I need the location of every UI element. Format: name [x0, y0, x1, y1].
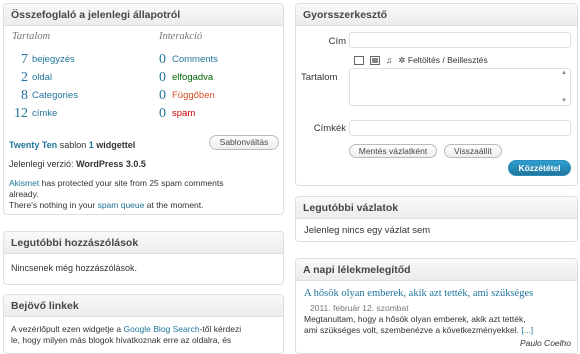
content-textarea[interactable]: ▲ ▼ — [349, 68, 571, 106]
pages-link[interactable]: oldal — [32, 72, 52, 83]
textarea-scroll-down-icon[interactable]: ▼ — [561, 98, 567, 104]
recent-comments-widget: Legutóbbi hozzászólások Nincsenek még ho… — [3, 231, 284, 285]
summary-widget: Összefoglaló a jelenlegi állapotról Tart… — [3, 3, 284, 215]
daily-post-date: 2011. február 12. szombat — [310, 303, 409, 313]
daily-more-link[interactable]: [...] — [521, 325, 533, 335]
no-drafts-text: Jelenleg nincs egy vázlat sem — [304, 225, 431, 236]
no-comments-text: Nincsenek még hozzászólások. — [11, 263, 138, 273]
posts-link[interactable]: bejegyzés — [32, 54, 75, 65]
tags-link[interactable]: címke — [32, 108, 57, 119]
tags-label: Címkék — [313, 123, 346, 134]
video-upload-icon[interactable] — [370, 56, 380, 66]
quickpress-title[interactable]: Gyorsszerkesztő — [296, 4, 577, 26]
approved-link[interactable]: elfogadva — [172, 72, 213, 83]
widget-count-link[interactable]: 1 — [89, 140, 94, 150]
quickpress-widget: Gyorsszerkesztő Cím ♫ ✲ Feltöltés / Beill… — [295, 3, 578, 186]
incoming-line1-a: A vezérlőpult ezen widgetje a — [11, 324, 122, 334]
upload-insert-label[interactable]: Feltöltés / Beillesztés — [408, 55, 488, 65]
version-info: Jelenlegi verzió: WordPress 3.0.5 — [9, 159, 146, 169]
categories-count[interactable]: 8 — [12, 88, 28, 104]
posts-count[interactable]: 7 — [12, 52, 28, 68]
queue-text-2: at the moment. — [146, 200, 204, 210]
textarea-scroll-up-icon[interactable]: ▲ — [561, 70, 567, 76]
akismet-text-2: already. — [9, 189, 39, 199]
content-label: Tartalom — [301, 72, 338, 83]
media-toolbar: ♫ ✲ Feltöltés / Beillesztés — [354, 55, 488, 66]
spam-count[interactable]: 0 — [150, 106, 166, 122]
save-draft-button[interactable]: Mentés vázlatként — [349, 144, 437, 158]
theme-info: Twenty Ten sablon 1 widgettel — [9, 140, 135, 150]
reset-button[interactable]: Visszaállít — [444, 144, 502, 158]
akismet-text: has protected your site from 25 spam com… — [41, 178, 224, 188]
switch-theme-button[interactable]: Sablonváltás — [209, 135, 279, 150]
tags-input[interactable] — [349, 120, 571, 136]
approved-count[interactable]: 0 — [150, 70, 166, 86]
spam-queue-link[interactable]: spam queue — [98, 200, 145, 210]
incoming-links-title[interactable]: Bejövő linkek — [4, 295, 283, 317]
daily-post-title-link[interactable]: A hősök olyan emberek, akik azt tették, … — [304, 288, 533, 299]
queue-text-1: There's nothing in your — [9, 200, 96, 210]
audio-upload-icon[interactable]: ♫ — [386, 55, 392, 65]
image-upload-icon[interactable] — [354, 56, 364, 66]
daily-post-excerpt: Megtanultam, hogy a hősök olyan emberek,… — [304, 314, 533, 336]
daily-line2: ami szükséges volt, szembenézve a követk… — [304, 325, 519, 335]
incoming-links-widget: Bejövő linkek A vezérlőpult ezen widgetj… — [3, 294, 284, 354]
google-blog-search-link[interactable]: Google Blog Search — [123, 324, 199, 334]
widget-word: widgettel — [96, 140, 136, 150]
title-label: Cím — [328, 36, 346, 47]
daily-inspiration-widget: A napi lélekmelegítőd A hősök olyan embe… — [295, 258, 578, 354]
incoming-line1-b: -től kérdezi — [199, 324, 242, 334]
recent-drafts-widget: Legutóbbi vázlatok Jelenleg nincs egy vá… — [295, 196, 578, 242]
daily-line1: Megtanultam, hogy a hősök olyan emberek,… — [304, 314, 526, 324]
akismet-link[interactable]: Akismet — [9, 178, 39, 188]
comments-count[interactable]: 0 — [150, 52, 166, 68]
media-upload-icon[interactable]: ✲ — [398, 55, 405, 65]
pages-count[interactable]: 2 — [12, 70, 28, 86]
content-column-heading: Tartalom — [12, 31, 51, 42]
spam-link[interactable]: spam — [172, 108, 195, 119]
pending-link[interactable]: Függőben — [172, 90, 215, 101]
publish-button[interactable]: Közzététel — [508, 160, 571, 176]
comments-link[interactable]: Comments — [172, 54, 218, 65]
summary-widget-title[interactable]: Összefoglaló a jelenlegi állapotról — [4, 4, 283, 26]
theme-text: sablon — [59, 140, 87, 150]
pending-count[interactable]: 0 — [150, 88, 166, 104]
theme-name-link[interactable]: Twenty Ten — [9, 140, 57, 150]
tags-count[interactable]: 12 — [12, 106, 28, 122]
categories-link[interactable]: Categories — [32, 90, 78, 101]
interaction-column-heading: Interakció — [159, 31, 203, 42]
akismet-info: Akismet has protected your site from 25 … — [9, 178, 279, 211]
incoming-links-text: A vezérlőpult ezen widgetje a Google Blo… — [11, 324, 241, 346]
recent-comments-title[interactable]: Legutóbbi hozzászólások — [4, 232, 283, 254]
version-label: Jelenlegi verzió: — [9, 159, 74, 169]
title-input[interactable] — [349, 32, 571, 48]
incoming-line2: le, hogy milyen más blogok hivatkoznak e… — [11, 335, 232, 345]
daily-author: Paulo Coelho — [519, 338, 571, 348]
version-value: WordPress 3.0.5 — [76, 159, 146, 169]
daily-inspiration-title[interactable]: A napi lélekmelegítőd — [296, 259, 577, 281]
recent-drafts-title[interactable]: Legutóbbi vázlatok — [296, 197, 577, 219]
